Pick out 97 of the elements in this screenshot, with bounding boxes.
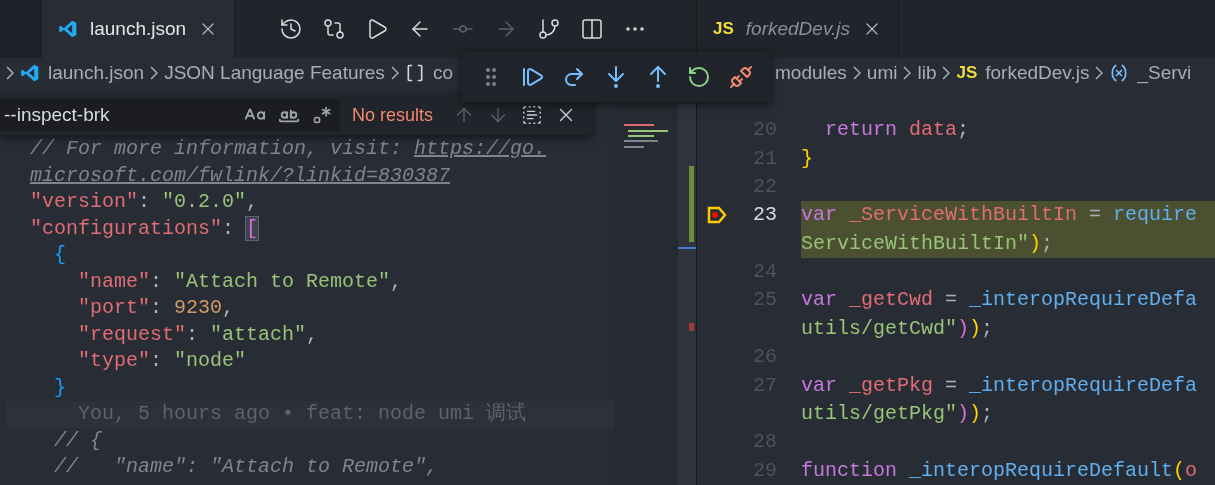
code-bracket: ) <box>969 315 982 342</box>
code-bracket: ( <box>1173 457 1186 484</box>
code-string: utils/getCwd" <box>801 315 958 342</box>
restart-icon[interactable] <box>687 65 712 89</box>
find-result-message: No results <box>352 103 434 127</box>
code-keyword: function <box>801 457 898 484</box>
code-punctuation: : <box>150 349 164 372</box>
branch-icon[interactable] <box>537 17 562 41</box>
code-bracket: ) <box>957 315 970 342</box>
disconnect-icon[interactable] <box>729 65 754 89</box>
breadcrumb-item[interactable]: lib <box>917 58 937 88</box>
code-punctuation: , <box>306 322 319 346</box>
code-punctuation: ; <box>957 117 970 144</box>
tab-label: forkedDev.js <box>745 16 850 41</box>
chevron-right-icon <box>1095 65 1104 80</box>
code-keyword: return <box>824 117 898 144</box>
code-punctuation: = <box>1088 202 1103 229</box>
chevron-right-icon <box>390 66 399 80</box>
code-key: "version" <box>30 190 139 213</box>
code-bracket: } <box>801 145 813 172</box>
find-in-selection-icon[interactable] <box>521 104 544 126</box>
code-comment: // { <box>53 428 102 452</box>
code-link[interactable]: https://go. <box>414 137 547 160</box>
breadcrumb-item[interactable]: _Servi <box>1137 58 1192 88</box>
code-punctuation: , <box>222 296 235 319</box>
regex-icon[interactable] <box>312 105 332 125</box>
breadcrumb-item[interactable]: umi <box>866 58 898 88</box>
code-function: _interopRequireDefault <box>909 457 1174 484</box>
code-punctuation: : <box>138 190 152 213</box>
code-variable: _getPkg <box>849 372 934 399</box>
chevron-right-icon <box>942 65 951 80</box>
code-comment: // "name": "Attach to Remote", <box>53 455 439 478</box>
code-key: "name" <box>30 269 151 293</box>
code-bracket: ) <box>969 401 982 428</box>
breakpoint-arrow-icon[interactable] <box>707 206 727 225</box>
code-keyword: var <box>801 287 838 314</box>
code-link[interactable]: microsoft.com/fwlink/?linkid=830387 <box>30 163 451 187</box>
code-key: "port" <box>30 296 151 319</box>
continue-icon[interactable] <box>520 65 545 89</box>
code-function: _interopRequireDefa <box>969 372 1198 399</box>
line-number: 23 <box>752 202 777 229</box>
code-punctuation: ; <box>981 401 994 428</box>
code-punctuation: , <box>246 190 259 213</box>
tab-label: launch.json <box>90 16 187 41</box>
scrollbar[interactable] <box>678 104 696 485</box>
code-string: utils/getPkg" <box>801 401 958 428</box>
chevron-right-icon <box>150 66 159 80</box>
find-input-value: --inspect-brk <box>4 102 111 127</box>
logo-icon <box>58 19 78 39</box>
code-function: require <box>1113 202 1198 229</box>
matched-bracket: [ <box>246 216 259 240</box>
code-punctuation: : <box>186 322 200 346</box>
code-variable: _getCwd <box>849 287 934 314</box>
code-string: ServiceWithBuiltIn" <box>801 230 1030 257</box>
code-punctuation: : <box>150 296 164 319</box>
chevron-right-icon <box>903 65 912 80</box>
chevron-right-icon <box>852 65 861 80</box>
breadcrumb-item[interactable]: modules <box>775 58 847 88</box>
breadcrumb-item[interactable]: launch.json <box>48 58 145 88</box>
js-file-icon: JS <box>956 60 978 86</box>
chevron-right-icon <box>6 66 14 80</box>
code-string: "Attach to Remote" <box>174 269 391 293</box>
code-key: "configurations" <box>30 216 223 240</box>
code-variable: _ServiceWithBuiltIn <box>849 202 1078 229</box>
find-input-field[interactable]: --inspect-brk <box>0 99 340 131</box>
code-variable: o <box>1185 457 1198 484</box>
code-punctuation: ; <box>981 315 994 342</box>
code-bracket: ) <box>1029 230 1042 257</box>
code-bracket: ) <box>957 401 970 428</box>
breadcrumb-item[interactable]: co <box>432 58 453 88</box>
breadcrumb-item[interactable]: forkedDev.js <box>985 58 1090 88</box>
code-punctuation: : <box>150 269 164 293</box>
editor-tab[interactable]: launch.json <box>42 0 236 58</box>
code-punctuation: = <box>944 372 959 399</box>
history-icon[interactable] <box>279 17 304 41</box>
logo-icon <box>20 63 40 83</box>
code-punctuation: , <box>390 269 403 293</box>
code-punctuation: : <box>222 216 236 240</box>
code-punctuation: ; <box>1041 230 1054 257</box>
code-function: _interopRequireDefa <box>969 287 1198 314</box>
code-brace: } <box>53 375 66 399</box>
code-punctuation: = <box>944 287 959 314</box>
code-string: "attach" <box>210 322 307 346</box>
code-string: "node" <box>174 349 247 372</box>
code-brace: { <box>53 243 66 266</box>
code-key: "request" <box>30 322 187 346</box>
code-keyword: var <box>801 202 838 229</box>
code-string: "0.2.0" <box>162 190 247 213</box>
code-variable: data <box>909 117 958 144</box>
code-number: 9230 <box>174 296 223 319</box>
code-keyword: var <box>801 372 838 399</box>
js-file-icon: JS <box>713 16 734 42</box>
code-comment: // For more information, visit: <box>30 137 404 160</box>
split-editor-icon[interactable] <box>580 17 605 41</box>
compare-icon[interactable] <box>322 17 347 41</box>
code-key: "type" <box>30 349 151 372</box>
breadcrumb-item[interactable]: JSON Language Features <box>164 58 385 88</box>
